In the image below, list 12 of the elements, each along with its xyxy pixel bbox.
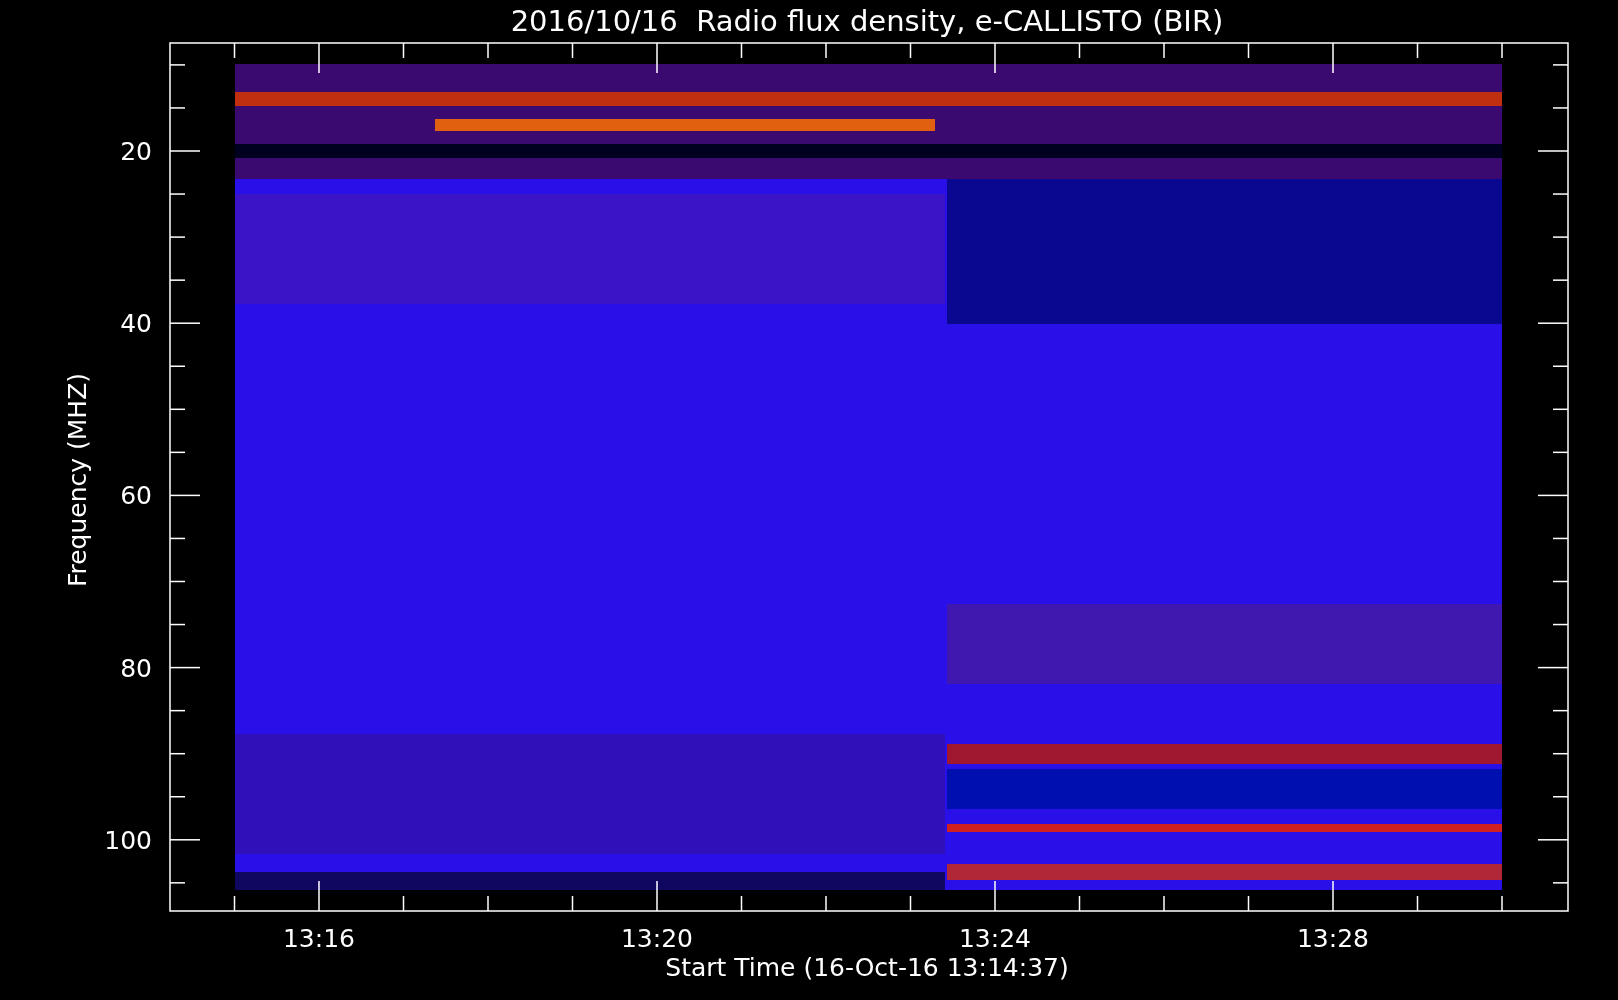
tick-label: 13:20 [621, 924, 693, 953]
y-axis-label: Frequency (MHZ) [63, 372, 92, 588]
tick-label: 100 [104, 825, 152, 855]
x-axis-label: Start Time (16-Oct-16 13:14:37) [665, 953, 1069, 982]
tick-label: 13:28 [1297, 924, 1369, 953]
tick-label: 20 [120, 137, 152, 166]
tick-label: 60 [120, 481, 152, 511]
chart-title: 2016/10/16 Radio flux density, e-CALLISTO (BIR) [510, 4, 1224, 38]
tick-label: 80 [120, 653, 152, 683]
tick-label: 13:16 [283, 924, 355, 953]
tick-label: 13:24 [959, 924, 1031, 953]
tick-label: 40 [120, 309, 152, 339]
